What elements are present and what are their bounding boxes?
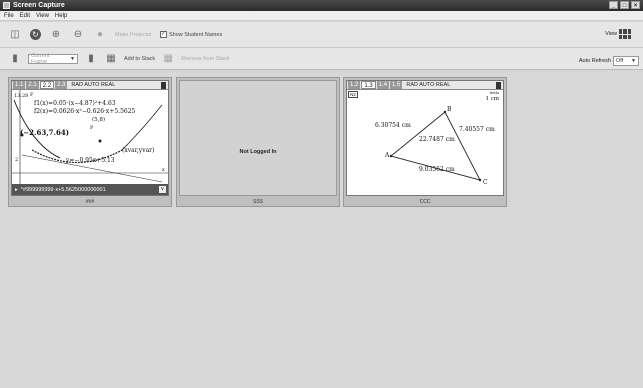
tab-2-1: 2.1 — [26, 81, 39, 89]
menu-view[interactable]: View — [36, 13, 49, 19]
entry-line-expand-icon: ▸ — [15, 186, 18, 193]
side-bc-length: 7.40557 cm — [459, 126, 495, 133]
panel-caption: CCC — [419, 199, 431, 205]
f1-equation: f1(x)=0.05·(x−4.87)²+4.63 — [34, 100, 116, 107]
zoom-out-icon[interactable]: ⊖ — [71, 28, 85, 42]
entry-line-text: *#999999999·x+5.5625000000001 — [20, 186, 106, 193]
entry-line-button: ∨ — [159, 186, 166, 193]
student-panel-2[interactable]: Not Logged In SSS — [176, 77, 340, 207]
view-label: View — [605, 31, 617, 37]
tab-1-4: 1.4 — [376, 81, 390, 89]
menu-edit[interactable]: Edit — [20, 13, 30, 19]
calc-mode: RAD AUTO REAL — [406, 82, 451, 88]
projector-icon[interactable]: ● — [93, 28, 107, 42]
add-stack-icon[interactable]: ▦ — [104, 52, 118, 66]
frame-icon: ▮ — [12, 53, 18, 64]
vertex-c-label: C — [483, 179, 488, 186]
x-axis-letter: x — [162, 167, 165, 173]
copy-icon[interactable]: ◫ — [8, 28, 22, 42]
student-panel-1[interactable]: 1.1 2.1 2.2 2.3 RAD AUTO REAL 13.28 F f1… — [8, 77, 172, 207]
menu-help[interactable]: Help — [55, 13, 67, 19]
auto-refresh-label: Auto Refresh — [578, 58, 611, 64]
entry-line: ▸ *#999999999·x+5.5625000000001 ∨ — [12, 184, 168, 195]
make-projector-label[interactable]: Make Projector — [115, 32, 152, 38]
point-coordinate-label: (−2.63,7.64) — [20, 128, 70, 137]
menu-bar: File Edit View Help — [0, 11, 643, 21]
minimize-button[interactable]: _ — [609, 1, 618, 9]
add-to-stack-button[interactable]: Add to Stack — [124, 56, 155, 62]
perimeter-label: 22.7487 cm — [419, 136, 455, 143]
side-ac-length: 9.03562 cm — [419, 166, 455, 173]
window-title: Screen Capture — [13, 2, 65, 9]
calc-mode: RAD AUTO REAL — [71, 82, 116, 88]
main-toolbar: ◫ ↻ ⊕ ⊖ ● Make Projector ✓ Show Student … — [0, 22, 643, 48]
zoom-in-icon[interactable]: ⊕ — [49, 28, 63, 42]
vertex-a-label: A — [385, 152, 390, 159]
p-letter-label: P — [90, 125, 94, 131]
auto-refresh-value: Off — [616, 58, 624, 64]
vertex-b-label: B — [447, 106, 452, 113]
tab-1-1: 1.1 — [13, 81, 26, 89]
panel-caption: ### — [85, 199, 95, 205]
point-label-top: (5,8) — [92, 117, 106, 123]
app-icon — [3, 2, 10, 9]
show-names-label: Show Student Names — [169, 31, 223, 38]
show-student-names-toggle[interactable]: ✓ Show Student Names — [160, 31, 222, 38]
panel-caption: SSS — [252, 199, 263, 205]
calculator-screen: 1.2 1.3 1.4 1.5 RAD AUTO REAL N2 ttetts … — [346, 80, 504, 196]
y-tick-label: 2 — [15, 157, 19, 163]
tab-2-2: 2.2 — [39, 81, 55, 89]
refresh-icon[interactable]: ↻ — [30, 29, 41, 40]
f-letter-label: F — [30, 92, 34, 98]
chevron-down-icon: ▼ — [631, 58, 636, 64]
document-icon[interactable]: ▮ — [84, 52, 98, 66]
auto-refresh-select[interactable]: Off ▼ — [613, 56, 639, 66]
window-controls: _ □ × — [609, 1, 640, 9]
line-equation: y=−0.95x+5.13 — [66, 157, 115, 164]
chevron-down-icon: ▼ — [70, 55, 75, 62]
window-titlebar: Screen Capture _ □ × — [0, 0, 643, 11]
remove-stack-icon[interactable]: ▦ — [161, 52, 175, 66]
close-button[interactable]: × — [631, 1, 640, 9]
calculator-screen: Not Logged In — [179, 80, 337, 196]
show-names-checkbox[interactable]: ✓ — [160, 31, 167, 38]
y-max-label: 13.28 — [14, 93, 29, 99]
calculator-screen: 1.1 2.1 2.2 2.3 RAD AUTO REAL 13.28 F f1… — [11, 80, 169, 196]
capture-area: 1.1 2.1 2.2 2.3 RAD AUTO REAL 13.28 F f1… — [0, 71, 643, 388]
grid-view-icon[interactable] — [619, 29, 631, 39]
view-control[interactable]: View — [605, 29, 631, 39]
tab-1-5: 1.5 — [390, 81, 403, 89]
tab-2-3: 2.3 — [55, 81, 68, 89]
stack-toolbar: ▮ Current Frame ▼ ▮ ▦ Add to Stack ▦ Rem… — [0, 48, 643, 70]
student-panel-3[interactable]: 1.2 1.3 1.4 1.5 RAD AUTO REAL N2 ttetts … — [343, 77, 507, 207]
calc-tabbar: 1.2 1.3 1.4 1.5 RAD AUTO REAL — [347, 81, 503, 90]
battery-icon — [496, 81, 501, 89]
var-label: (xvar,yvar) — [122, 147, 155, 154]
maximize-button[interactable]: □ — [620, 1, 629, 9]
auto-refresh-control: Auto Refresh Off ▼ — [579, 56, 639, 66]
menu-file[interactable]: File — [4, 13, 14, 19]
calc-tabbar: 1.1 2.1 2.2 2.3 RAD AUTO REAL — [12, 81, 168, 90]
f2-equation: f2(x)=0.0626·x²−0.626·x+5.5625 — [34, 108, 136, 115]
tab-1-2: 1.2 — [348, 81, 361, 89]
battery-icon — [161, 81, 166, 89]
tab-1-3: 1.3 — [361, 81, 376, 89]
frame-select-value: Current Frame — [31, 52, 50, 65]
remove-from-stack-button[interactable]: Remove from Stack — [181, 56, 229, 62]
not-logged-in-message: Not Logged In — [239, 149, 277, 155]
frame-select[interactable]: Current Frame ▼ — [28, 52, 78, 65]
side-ab-length: 6.30754 cm — [375, 122, 411, 129]
